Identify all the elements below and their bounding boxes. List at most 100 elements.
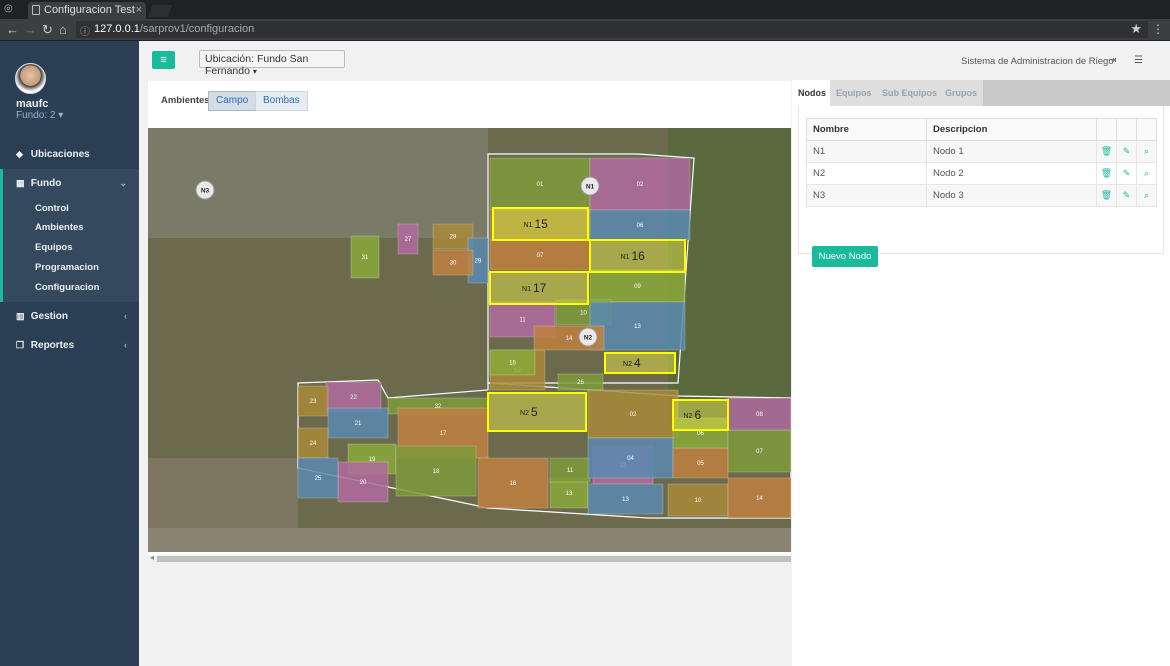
reload-icon[interactable]: ↻ xyxy=(42,22,53,38)
side-menu: ◆ Ubicaciones ▦ Fundo ⌄ Control Ambientes… xyxy=(0,140,139,360)
column-header-action xyxy=(1096,118,1117,141)
list-icon[interactable]: ☰ xyxy=(1134,55,1143,66)
forward-icon[interactable]: → xyxy=(24,22,37,37)
sidebar-item-label: Ubicaciones xyxy=(30,149,90,160)
search-icon[interactable]: ⌕ xyxy=(1136,162,1157,185)
sidebar-item-ubicaciones[interactable]: ◆ Ubicaciones xyxy=(0,140,139,169)
sidebar-item-reportes[interactable]: ❐ Reportes ‹ xyxy=(0,331,139,360)
sidebar-item-ambientes[interactable]: Ambientes xyxy=(3,218,139,238)
highlight-node-label: N1 xyxy=(621,254,630,261)
sector-label: 06 xyxy=(697,431,704,437)
bookmark-star-icon[interactable]: ★ xyxy=(1130,21,1142,37)
scrollbar-thumb[interactable] xyxy=(157,556,791,562)
node-marker-label: N3 xyxy=(201,188,210,195)
column-header-descripcion: Descripcion xyxy=(926,118,1097,141)
sector-label: 04 xyxy=(627,456,634,462)
ambiente-campo-button[interactable]: Campo xyxy=(208,91,257,111)
url-field[interactable]: ⓘ 127.0.0.1/sarprov1/configuracion ★ xyxy=(76,21,1148,38)
logout-icon[interactable]: ⇥ xyxy=(1108,55,1116,66)
edit-icon[interactable]: ✎ xyxy=(1116,140,1137,163)
info-icon[interactable]: ⓘ xyxy=(80,23,90,38)
trash-icon[interactable]: 🗑 xyxy=(1096,162,1117,185)
edit-icon[interactable]: ✎ xyxy=(1116,184,1137,207)
sidebar-item-control[interactable]: Control xyxy=(3,198,139,218)
nuevo-nodo-button[interactable]: Nuevo Nodo xyxy=(812,246,878,267)
new-tab-button[interactable] xyxy=(147,5,173,17)
browser-tab[interactable]: Configuracion Test × xyxy=(28,2,146,19)
field-map[interactable]: 0102030607091011121314152627282930313222… xyxy=(148,128,791,552)
sector-label: 29 xyxy=(475,259,482,265)
sector-label: 14 xyxy=(756,496,763,502)
gem-icon: ◆ xyxy=(16,149,23,159)
sector-label: 10 xyxy=(580,311,587,317)
sector-label: 18 xyxy=(433,469,440,475)
map-panel: Ambientes: Campo Bombas 0102030607091011… xyxy=(148,81,791,563)
fundo-dropdown[interactable]: Fundo: 2 ▾ xyxy=(16,110,63,121)
tab-nodos[interactable]: Nodos xyxy=(792,80,833,106)
search-icon[interactable]: ⌕ xyxy=(1136,140,1157,163)
column-header-action xyxy=(1136,118,1157,141)
back-icon[interactable]: ← xyxy=(6,22,19,37)
table-row: N3 Nodo 3 🗑 ✎ ⌕ xyxy=(806,184,1157,207)
trash-icon[interactable]: 🗑 xyxy=(1096,140,1117,163)
user-name: maufc xyxy=(16,98,49,110)
river xyxy=(148,528,791,552)
sector-label: 13 xyxy=(622,497,629,503)
sector-label: 10 xyxy=(695,498,702,504)
ambiente-bombas-button[interactable]: Bombas xyxy=(255,91,308,111)
sector-label: 02 xyxy=(637,182,644,188)
tab-title: Configuracion Test xyxy=(44,4,135,16)
fundo-submenu: Control Ambientes Equipos Programacion C… xyxy=(0,198,139,302)
nodos-table: Nombre Descripcion N1 Nodo 1 🗑 ✎ ⌕ N2 No… xyxy=(806,118,1157,207)
search-icon[interactable]: ⌕ xyxy=(1136,184,1157,207)
browser-menu-icon[interactable]: ⋮ xyxy=(1152,22,1164,36)
hamburger-icon: ≡ xyxy=(160,54,167,66)
sidebar: maufc Fundo: 2 ▾ ◆ Ubicaciones ▦ Fundo ⌄ … xyxy=(0,41,139,666)
highlight-sector-number: 15 xyxy=(535,217,549,231)
edit-icon[interactable]: ✎ xyxy=(1116,162,1137,185)
sector-label: 15 xyxy=(509,361,516,367)
highlight-node-label: N2 xyxy=(684,413,693,420)
config-panel: Nodos Equipos Sub Equipos Grupos Nombre … xyxy=(792,80,1170,666)
sector-label: 24 xyxy=(310,441,317,447)
sidebar-item-fundo[interactable]: ▦ Fundo ⌄ xyxy=(0,169,139,198)
tab-sub-equipos[interactable]: Sub Equipos xyxy=(876,80,944,106)
location-select[interactable]: Ubicación: Fundo San Fernando ▾ xyxy=(199,50,345,77)
bar-chart-icon: ▥ xyxy=(16,311,25,321)
sidebar-item-gestion[interactable]: ▥ Gestion ‹ xyxy=(0,302,139,331)
highlight-sector-number: 16 xyxy=(632,249,646,263)
table-row: N1 Nodo 1 🗑 ✎ ⌕ xyxy=(806,140,1157,163)
scroll-left-icon[interactable]: ◂ xyxy=(150,553,154,562)
page-icon xyxy=(32,5,40,15)
cell-descripcion: Nodo 1 xyxy=(926,140,1097,163)
table-header-row: Nombre Descripcion xyxy=(806,118,1157,141)
url-host: 127.0.0.1 xyxy=(94,23,140,35)
tab-grupos[interactable]: Grupos xyxy=(939,80,985,106)
clone-icon: ❐ xyxy=(16,340,25,350)
chevron-down-icon: ⌄ xyxy=(119,178,127,188)
sector-label: 26 xyxy=(577,380,584,386)
highlight-node-label: N2 xyxy=(623,361,632,368)
map-canvas[interactable]: 0102030607091011121314152627282930313222… xyxy=(148,128,791,552)
sidebar-item-programacion[interactable]: Programacion xyxy=(3,258,139,278)
column-header-nombre: Nombre xyxy=(806,118,927,141)
config-tabs: Nodos Equipos Sub Equipos Grupos xyxy=(792,80,1170,106)
sidebar-item-configuracion[interactable]: Configuracion xyxy=(3,278,139,302)
sidebar-item-equipos[interactable]: Equipos xyxy=(3,238,139,258)
sector-label: 11 xyxy=(567,468,574,474)
sector-label: 20 xyxy=(360,480,367,486)
ambientes-label: Ambientes: xyxy=(161,95,213,106)
system-name: Sistema de Administracion de Riego xyxy=(961,56,1114,67)
tab-equipos[interactable]: Equipos xyxy=(830,80,879,106)
home-icon[interactable]: ⌂ xyxy=(59,22,67,37)
sector-label: 22 xyxy=(350,395,357,401)
menu-toggle-button[interactable]: ≡ xyxy=(152,51,175,69)
sector-label: 02 xyxy=(630,412,637,418)
horizontal-scrollbar[interactable]: ◂ xyxy=(148,553,791,563)
trash-icon[interactable]: 🗑 xyxy=(1096,184,1117,207)
sector-label: 27 xyxy=(405,237,412,243)
close-icon[interactable]: × xyxy=(136,4,142,16)
nodos-tab-content: Nombre Descripcion N1 Nodo 1 🗑 ✎ ⌕ N2 No… xyxy=(798,106,1164,267)
sector-label: 17 xyxy=(440,431,447,437)
url-path: /sarprov1/configuracion xyxy=(139,23,255,35)
